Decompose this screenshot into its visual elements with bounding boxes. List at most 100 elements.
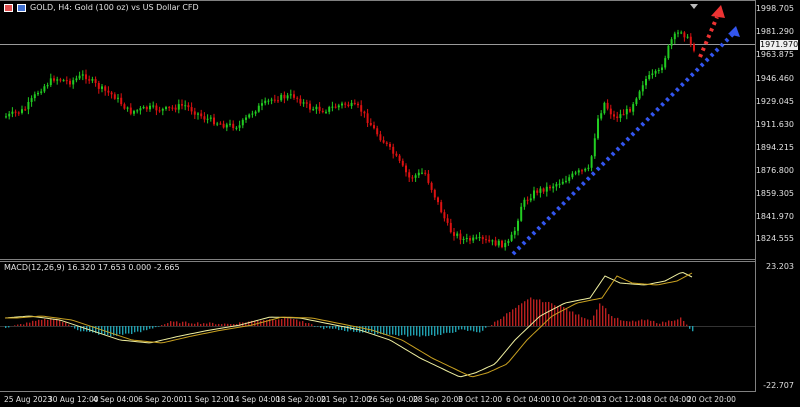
- macd-bar: [8, 326, 10, 328]
- candle-body: [161, 108, 164, 111]
- forecast-arrow-dotted[interactable]: [698, 16, 719, 58]
- macd-bar: [17, 324, 19, 326]
- chart-window: GOLD, H4: Gold (100 oz) vs US Dollar CFD…: [0, 0, 800, 407]
- candle-body: [136, 110, 139, 112]
- price-axis-label: 1911.630: [755, 120, 794, 129]
- candle-body: [200, 113, 203, 117]
- macd-bar: [329, 326, 331, 329]
- macd-bar: [416, 326, 418, 336]
- macd-bar: [557, 306, 559, 326]
- macd-bar: [299, 321, 301, 326]
- macd-bar: [77, 326, 79, 331]
- macd-bar: [608, 314, 610, 326]
- macd-bar: [443, 326, 445, 334]
- macd-bar: [656, 323, 658, 326]
- macd-bar: [47, 319, 49, 326]
- macd-title: MACD(12,26,9) 16.320 17.653 0.000 -2.665: [4, 263, 180, 272]
- candle-body: [24, 109, 27, 111]
- candle-body: [235, 127, 238, 129]
- candle-body: [85, 74, 87, 80]
- macd-bar: [284, 317, 286, 326]
- macd-bar: [188, 323, 190, 326]
- macd-bar: [587, 319, 589, 326]
- macd-bar: [125, 326, 127, 334]
- macd-bar: [665, 322, 667, 326]
- macd-bar: [131, 326, 133, 335]
- candle-body: [254, 111, 257, 114]
- candle-body: [184, 105, 187, 107]
- macd-bar: [167, 323, 169, 326]
- macd-bar: [323, 326, 325, 330]
- candle-body: [190, 107, 193, 112]
- macd-bar: [536, 299, 538, 326]
- macd-bar: [305, 323, 307, 326]
- macd-bar: [410, 326, 412, 336]
- macd-bar: [494, 321, 496, 326]
- candle-body: [686, 36, 689, 38]
- trendline-dotted[interactable]: [511, 29, 738, 256]
- macd-bar: [662, 321, 664, 326]
- candle-body: [392, 146, 395, 154]
- macd-bar: [518, 305, 520, 326]
- candle-body: [453, 232, 455, 236]
- candle-body: [462, 238, 465, 240]
- candle-body: [152, 105, 155, 107]
- time-axis-label: 6 Oct 04:00: [506, 395, 551, 404]
- candle-body: [69, 80, 71, 85]
- candle-body: [219, 123, 222, 125]
- macd-bar: [335, 326, 337, 329]
- candle-body: [693, 44, 695, 51]
- macd-bar: [374, 326, 376, 335]
- candle-body: [641, 85, 644, 92]
- macd-bar: [377, 326, 379, 334]
- macd-bar: [302, 321, 304, 326]
- macd-bar: [548, 301, 550, 326]
- candle-body: [14, 111, 17, 113]
- macd-bar: [137, 326, 139, 332]
- shift-marker-icon[interactable]: [690, 4, 698, 9]
- candle-body: [101, 86, 103, 89]
- candle-body: [504, 243, 507, 248]
- candle-body: [229, 123, 231, 125]
- candle-body: [411, 177, 414, 179]
- macd-bar: [173, 321, 175, 326]
- macd-bar: [209, 322, 211, 326]
- candle-body: [382, 140, 385, 143]
- macd-bar: [527, 299, 529, 326]
- candle-body: [478, 237, 481, 239]
- macd-bar: [617, 317, 619, 326]
- macd-bar: [41, 319, 43, 326]
- macd-scale-top: 23.203: [766, 262, 794, 271]
- macd-bar: [572, 311, 574, 326]
- macd-bar: [14, 325, 16, 326]
- candle-body: [545, 186, 548, 192]
- price-axis-label: 1998.705: [755, 4, 794, 13]
- candle-body: [344, 103, 347, 105]
- macd-bar: [35, 320, 37, 326]
- candle-body: [133, 111, 135, 114]
- candle-body: [552, 186, 555, 189]
- candle-body: [376, 128, 379, 135]
- macd-bar: [434, 326, 436, 336]
- candle-body: [171, 107, 174, 109]
- macd-bar: [221, 324, 223, 326]
- price-axis-label: 1946.460: [755, 74, 794, 83]
- macd-bar: [107, 326, 109, 335]
- macd-bar: [20, 324, 22, 326]
- candle-body: [113, 94, 116, 99]
- macd-bar: [170, 321, 172, 326]
- macd-bar: [164, 324, 166, 326]
- macd-bar: [212, 322, 214, 326]
- candle-body: [357, 103, 359, 106]
- price-chart[interactable]: [0, 0, 800, 407]
- macd-bar: [422, 326, 424, 336]
- chart-window-icon[interactable]: [4, 3, 13, 12]
- candle-body: [673, 33, 676, 40]
- candle-body: [424, 172, 427, 174]
- macd-bar: [476, 326, 478, 333]
- macd-bar: [218, 323, 220, 326]
- candle-body: [520, 206, 523, 221]
- macd-bar: [539, 299, 541, 326]
- restore-icon[interactable]: [17, 3, 26, 12]
- candle-body: [536, 190, 539, 193]
